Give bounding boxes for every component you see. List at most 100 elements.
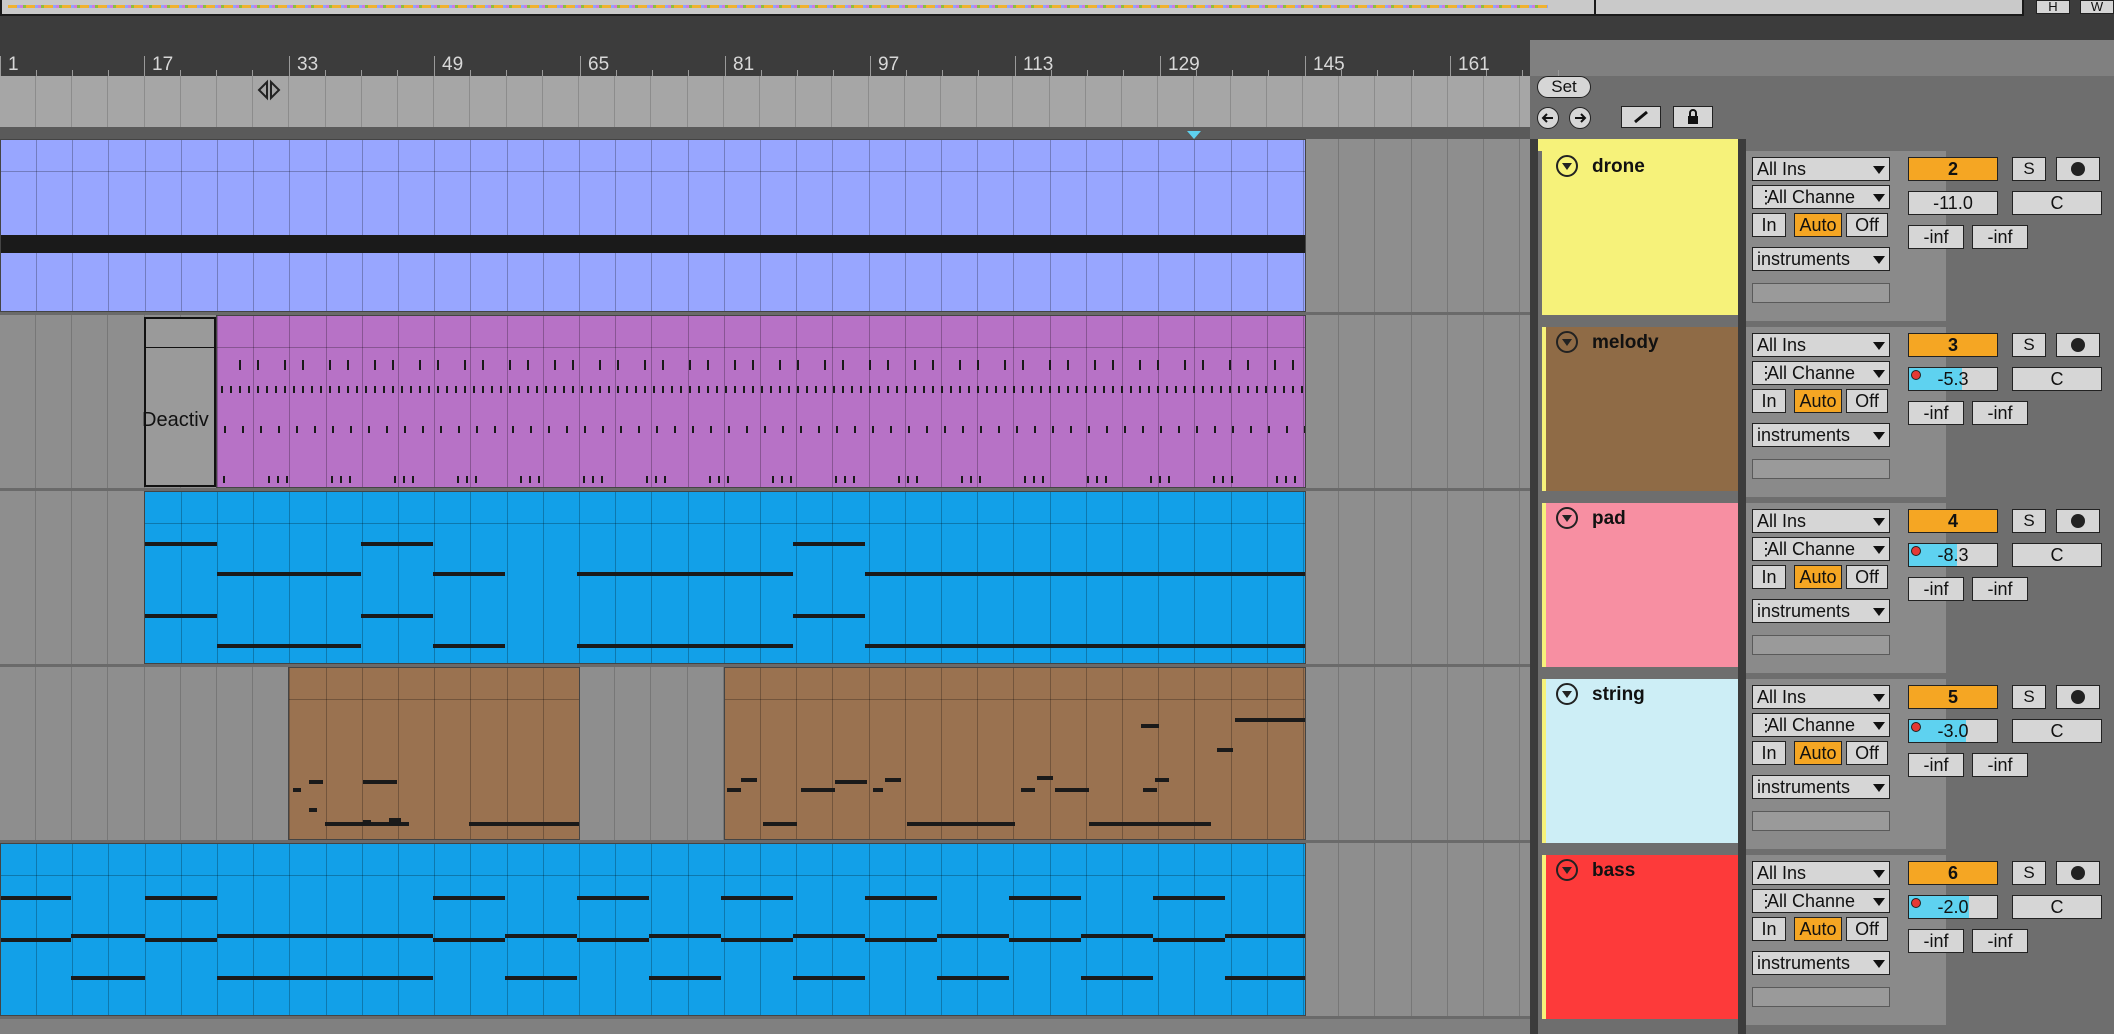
- solo-button[interactable]: S: [2012, 333, 2046, 357]
- pan-field[interactable]: C: [2012, 543, 2102, 567]
- clip-grid-line: [579, 140, 580, 311]
- track-activator-button[interactable]: 2: [1908, 157, 1998, 181]
- arm-record-button[interactable]: [2056, 509, 2100, 533]
- fold-arrow-icon[interactable]: [1556, 683, 1578, 705]
- monitor-auto-button[interactable]: Auto: [1794, 741, 1842, 765]
- output-type-select[interactable]: instruments: [1752, 951, 1890, 975]
- input-channel-select[interactable]: ⋮All Channe: [1752, 361, 1890, 385]
- output-type-select[interactable]: instruments: [1752, 423, 1890, 447]
- track-name-panel[interactable]: string: [1542, 679, 1738, 843]
- monitor-auto-button[interactable]: Auto: [1794, 917, 1842, 941]
- clip-header[interactable]: [725, 668, 1305, 700]
- output-channel-select[interactable]: [1752, 811, 1890, 831]
- clip-header[interactable]: [1, 140, 1305, 172]
- input-channel-select[interactable]: ⋮All Channe: [1752, 537, 1890, 561]
- pan-field[interactable]: C: [2012, 367, 2102, 391]
- track-activator-button[interactable]: 6: [1908, 861, 1998, 885]
- output-type-select[interactable]: instruments: [1752, 247, 1890, 271]
- track-activator-button[interactable]: 3: [1908, 333, 1998, 357]
- string-clip[interactable]: [288, 667, 580, 840]
- midi-note: [1009, 938, 1081, 942]
- track-name-panel[interactable]: drone: [1542, 151, 1738, 315]
- solo-button[interactable]: S: [2012, 509, 2046, 533]
- fold-arrow-icon[interactable]: [1556, 331, 1578, 353]
- set-button[interactable]: Set: [1537, 76, 1591, 98]
- fold-arrow-icon[interactable]: [1556, 507, 1578, 529]
- monitor-in-button[interactable]: In: [1752, 389, 1786, 413]
- arrangement-overview[interactable]: [0, 0, 2024, 16]
- fold-arrow-icon[interactable]: [1556, 155, 1578, 177]
- arm-record-button[interactable]: [2056, 157, 2100, 181]
- volume-field[interactable]: -5.3: [1908, 367, 1998, 391]
- midi-note: [482, 360, 484, 370]
- input-channel-select[interactable]: ⋮All Channe: [1752, 185, 1890, 209]
- monitor-off-button[interactable]: Off: [1846, 389, 1888, 413]
- volume-field[interactable]: -11.0: [1908, 191, 1998, 215]
- clip-grid-line: [796, 316, 797, 487]
- input-channel-select[interactable]: ⋮All Channe: [1752, 889, 1890, 913]
- volume-field[interactable]: -2.0: [1908, 895, 1998, 919]
- pan-field[interactable]: C: [2012, 719, 2102, 743]
- pan-field[interactable]: C: [2012, 191, 2102, 215]
- track-name-panel[interactable]: pad: [1542, 503, 1738, 667]
- track-activator-button[interactable]: 4: [1908, 509, 1998, 533]
- track-name-panel[interactable]: bass: [1542, 855, 1738, 1019]
- output-channel-select[interactable]: [1752, 283, 1890, 303]
- clip-header[interactable]: [217, 316, 1305, 348]
- output-type-select[interactable]: instruments: [1752, 775, 1890, 799]
- monitor-in-button[interactable]: In: [1752, 917, 1786, 941]
- input-type-select[interactable]: All Ins: [1752, 157, 1890, 181]
- solo-button[interactable]: S: [2012, 157, 2046, 181]
- arm-record-button[interactable]: [2056, 333, 2100, 357]
- monitor-auto-button[interactable]: Auto: [1794, 389, 1842, 413]
- volume-field[interactable]: -3.0: [1908, 719, 1998, 743]
- clip-header[interactable]: [1, 844, 1305, 876]
- track-activator-button[interactable]: 5: [1908, 685, 1998, 709]
- deactivated-clip[interactable]: Deactiv: [142, 317, 216, 487]
- output-channel-select[interactable]: [1752, 459, 1890, 479]
- monitor-in-button[interactable]: In: [1752, 213, 1786, 237]
- input-type-select[interactable]: All Ins: [1752, 333, 1890, 357]
- track-name-panel[interactable]: melody: [1542, 327, 1738, 491]
- midi-note: [833, 386, 835, 393]
- lock-icon[interactable]: [1673, 106, 1713, 128]
- drone-clip[interactable]: [0, 139, 1306, 312]
- monitor-off-button[interactable]: Off: [1846, 741, 1888, 765]
- monitor-off-button[interactable]: Off: [1846, 565, 1888, 589]
- pan-field[interactable]: C: [2012, 895, 2102, 919]
- arm-record-button[interactable]: [2056, 685, 2100, 709]
- song-position-bar[interactable]: [0, 127, 1530, 139]
- monitor-in-button[interactable]: In: [1752, 741, 1786, 765]
- monitor-in-button[interactable]: In: [1752, 565, 1786, 589]
- output-type-select[interactable]: instruments: [1752, 599, 1890, 623]
- monitor-off-button[interactable]: Off: [1846, 213, 1888, 237]
- monitor-off-button[interactable]: Off: [1846, 917, 1888, 941]
- melody-clip[interactable]: [216, 315, 1306, 488]
- fold-arrow-icon[interactable]: [1556, 859, 1578, 881]
- monitor-auto-button[interactable]: Auto: [1794, 213, 1842, 237]
- w-button[interactable]: W: [2080, 0, 2114, 14]
- solo-button[interactable]: S: [2012, 861, 2046, 885]
- input-channel-select[interactable]: ⋮All Channe: [1752, 713, 1890, 737]
- pad-clip[interactable]: [144, 491, 1306, 664]
- output-channel-select[interactable]: [1752, 987, 1890, 1007]
- arm-record-button[interactable]: [2056, 861, 2100, 885]
- monitor-auto-button[interactable]: Auto: [1794, 565, 1842, 589]
- forward-arrow-icon[interactable]: [1569, 107, 1591, 129]
- input-type-select[interactable]: All Ins: [1752, 509, 1890, 533]
- input-type-select[interactable]: All Ins: [1752, 861, 1890, 885]
- playhead-marker[interactable]: [1187, 131, 1201, 139]
- beat-time-ruler[interactable]: 1 17 33 49 65 81 97 113 129 145 161: [0, 40, 1559, 76]
- loop-region-bar[interactable]: [0, 76, 1530, 127]
- input-type-select[interactable]: All Ins: [1752, 685, 1890, 709]
- h-button[interactable]: H: [2036, 0, 2070, 14]
- loop-brace-icon[interactable]: [257, 78, 281, 102]
- back-arrow-icon[interactable]: [1537, 107, 1559, 129]
- volume-field[interactable]: -8.3: [1908, 543, 1998, 567]
- solo-button[interactable]: S: [2012, 685, 2046, 709]
- string-clip[interactable]: [724, 667, 1306, 840]
- clip-header[interactable]: [145, 492, 1305, 524]
- output-channel-select[interactable]: [1752, 635, 1890, 655]
- draw-mode-icon[interactable]: [1621, 106, 1661, 128]
- bass-clip[interactable]: [0, 843, 1306, 1016]
